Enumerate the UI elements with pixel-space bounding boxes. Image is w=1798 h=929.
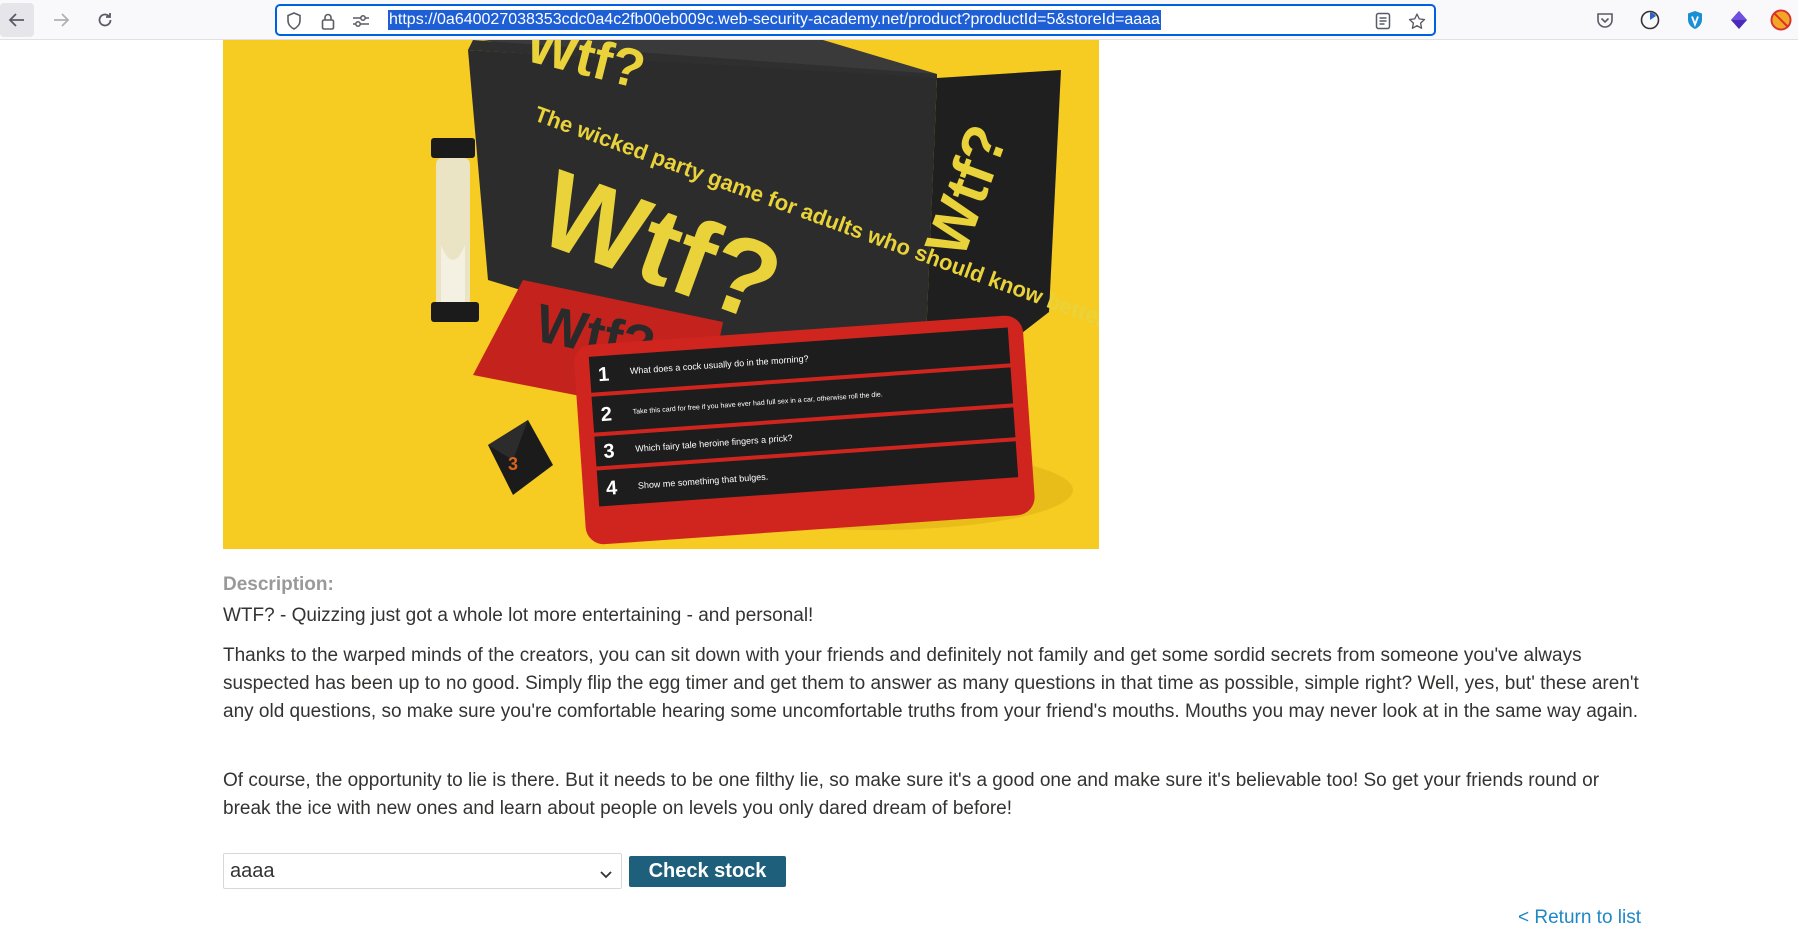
back-arrow-icon <box>8 13 24 27</box>
description-paragraph-3: Of course, the opportunity to lie is the… <box>223 770 1600 819</box>
store-select[interactable]: aaaa <box>223 853 622 889</box>
clock-extension-icon[interactable] <box>1639 9 1661 31</box>
address-bar[interactable]: https://0a640027038353cdc0a4c2fb00eb009c… <box>275 4 1436 36</box>
reader-view-icon[interactable] <box>1374 12 1392 30</box>
pocket-icon[interactable] <box>1594 9 1616 31</box>
back-button[interactable] <box>0 3 34 37</box>
reload-button[interactable] <box>88 3 122 37</box>
url-text[interactable]: https://0a640027038353cdc0a4c2fb00eb009c… <box>388 10 1161 30</box>
description-paragraph-1: WTF? - Quizzing just got a whole lot mor… <box>223 605 814 626</box>
svg-text:3: 3 <box>603 440 616 463</box>
svg-text:2: 2 <box>600 403 613 426</box>
forward-button[interactable] <box>44 3 78 37</box>
check-stock-button[interactable]: Check stock <box>629 856 786 887</box>
permissions-icon[interactable] <box>352 12 370 30</box>
product-image: Wtf? The wicked party game for adults wh… <box>223 40 1099 549</box>
forward-arrow-icon <box>54 13 70 27</box>
return-to-list-link[interactable]: < Return to list <box>1518 907 1641 929</box>
lock-icon[interactable] <box>319 12 337 30</box>
reload-icon <box>98 13 112 27</box>
browser-toolbar: https://0a640027038353cdc0a4c2fb00eb009c… <box>0 0 1798 40</box>
store-select-value: aaaa <box>230 860 275 882</box>
svg-text:3: 3 <box>508 454 518 474</box>
blocked-extension-icon[interactable] <box>1770 9 1792 31</box>
purple-extension-icon[interactable] <box>1728 9 1750 31</box>
shield-icon[interactable] <box>285 12 303 30</box>
description-paragraph-2: Thanks to the warped minds of the creato… <box>223 645 1639 722</box>
svg-text:1: 1 <box>597 363 610 386</box>
chevron-down-icon <box>599 864 613 887</box>
vpn-extension-icon[interactable] <box>1684 9 1706 31</box>
bookmark-star-icon[interactable] <box>1408 12 1426 30</box>
description-label: Description: <box>223 574 334 595</box>
